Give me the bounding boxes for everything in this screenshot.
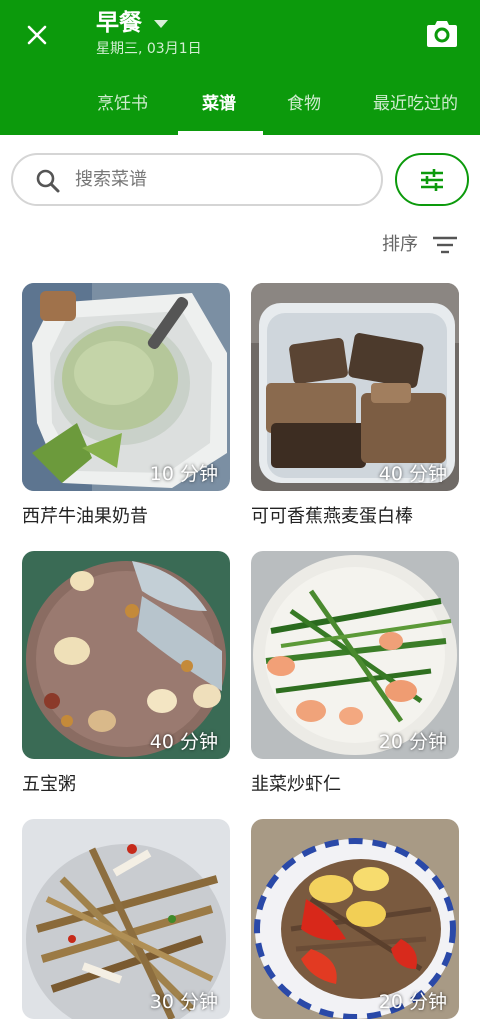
recipe-image: 20 分钟 — [251, 551, 459, 759]
recipe-title: 西芹牛油果奶昔 — [22, 506, 148, 527]
active-tab-indicator — [178, 131, 263, 135]
recipe-image: 20 分钟 — [251, 819, 459, 1019]
sort-button[interactable]: 排序 — [382, 230, 458, 260]
close-icon — [27, 25, 47, 45]
recipe-title: 五宝粥 — [22, 774, 76, 795]
tab-foods[interactable]: 食物 — [287, 92, 321, 116]
recipe-image: 40 分钟 — [22, 551, 230, 759]
date-subtitle: 星期三, 03月1日 — [96, 41, 202, 57]
filter-button[interactable] — [395, 153, 469, 206]
meal-selector[interactable]: 早餐 星期三, 03月1日 — [96, 8, 202, 59]
camera-button[interactable] — [424, 18, 460, 50]
tab-cookbook[interactable]: 烹饪书 — [97, 92, 148, 116]
recipe-image: 40 分钟 — [251, 283, 459, 491]
tab-recipes[interactable]: 菜谱 — [202, 92, 236, 116]
sliders-icon — [421, 169, 443, 191]
recipe-title: 可可香蕉燕麦蛋白棒 — [251, 506, 413, 527]
search-box[interactable] — [11, 153, 383, 206]
recipe-time: 40 分钟 — [149, 731, 218, 753]
recipe-time: 20 分钟 — [378, 991, 447, 1013]
search-icon — [36, 169, 60, 193]
recipe-time: 40 分钟 — [378, 463, 447, 485]
close-button[interactable] — [22, 20, 52, 50]
recipe-time: 30 分钟 — [149, 991, 218, 1013]
recipe-time: 10 分钟 — [149, 463, 218, 485]
page-title: 早餐 — [96, 10, 142, 36]
recipe-image: 30 分钟 — [22, 819, 230, 1019]
recipe-title: 韭菜炒虾仁 — [251, 774, 341, 795]
recipe-time: 20 分钟 — [378, 731, 447, 753]
sort-icon — [433, 236, 457, 254]
camera-icon — [427, 21, 457, 47]
tab-recently-eaten[interactable]: 最近吃过的 — [373, 92, 458, 116]
app-header: 早餐 星期三, 03月1日 烹饪书 菜谱 食物 最近吃过的 — [0, 0, 480, 135]
caret-down-icon — [154, 20, 168, 28]
search-input[interactable] — [75, 155, 365, 204]
sort-label: 排序 — [382, 234, 418, 255]
tab-bar: 烹饪书 菜谱 食物 最近吃过的 — [0, 80, 480, 135]
recipe-image: 10 分钟 — [22, 283, 230, 491]
